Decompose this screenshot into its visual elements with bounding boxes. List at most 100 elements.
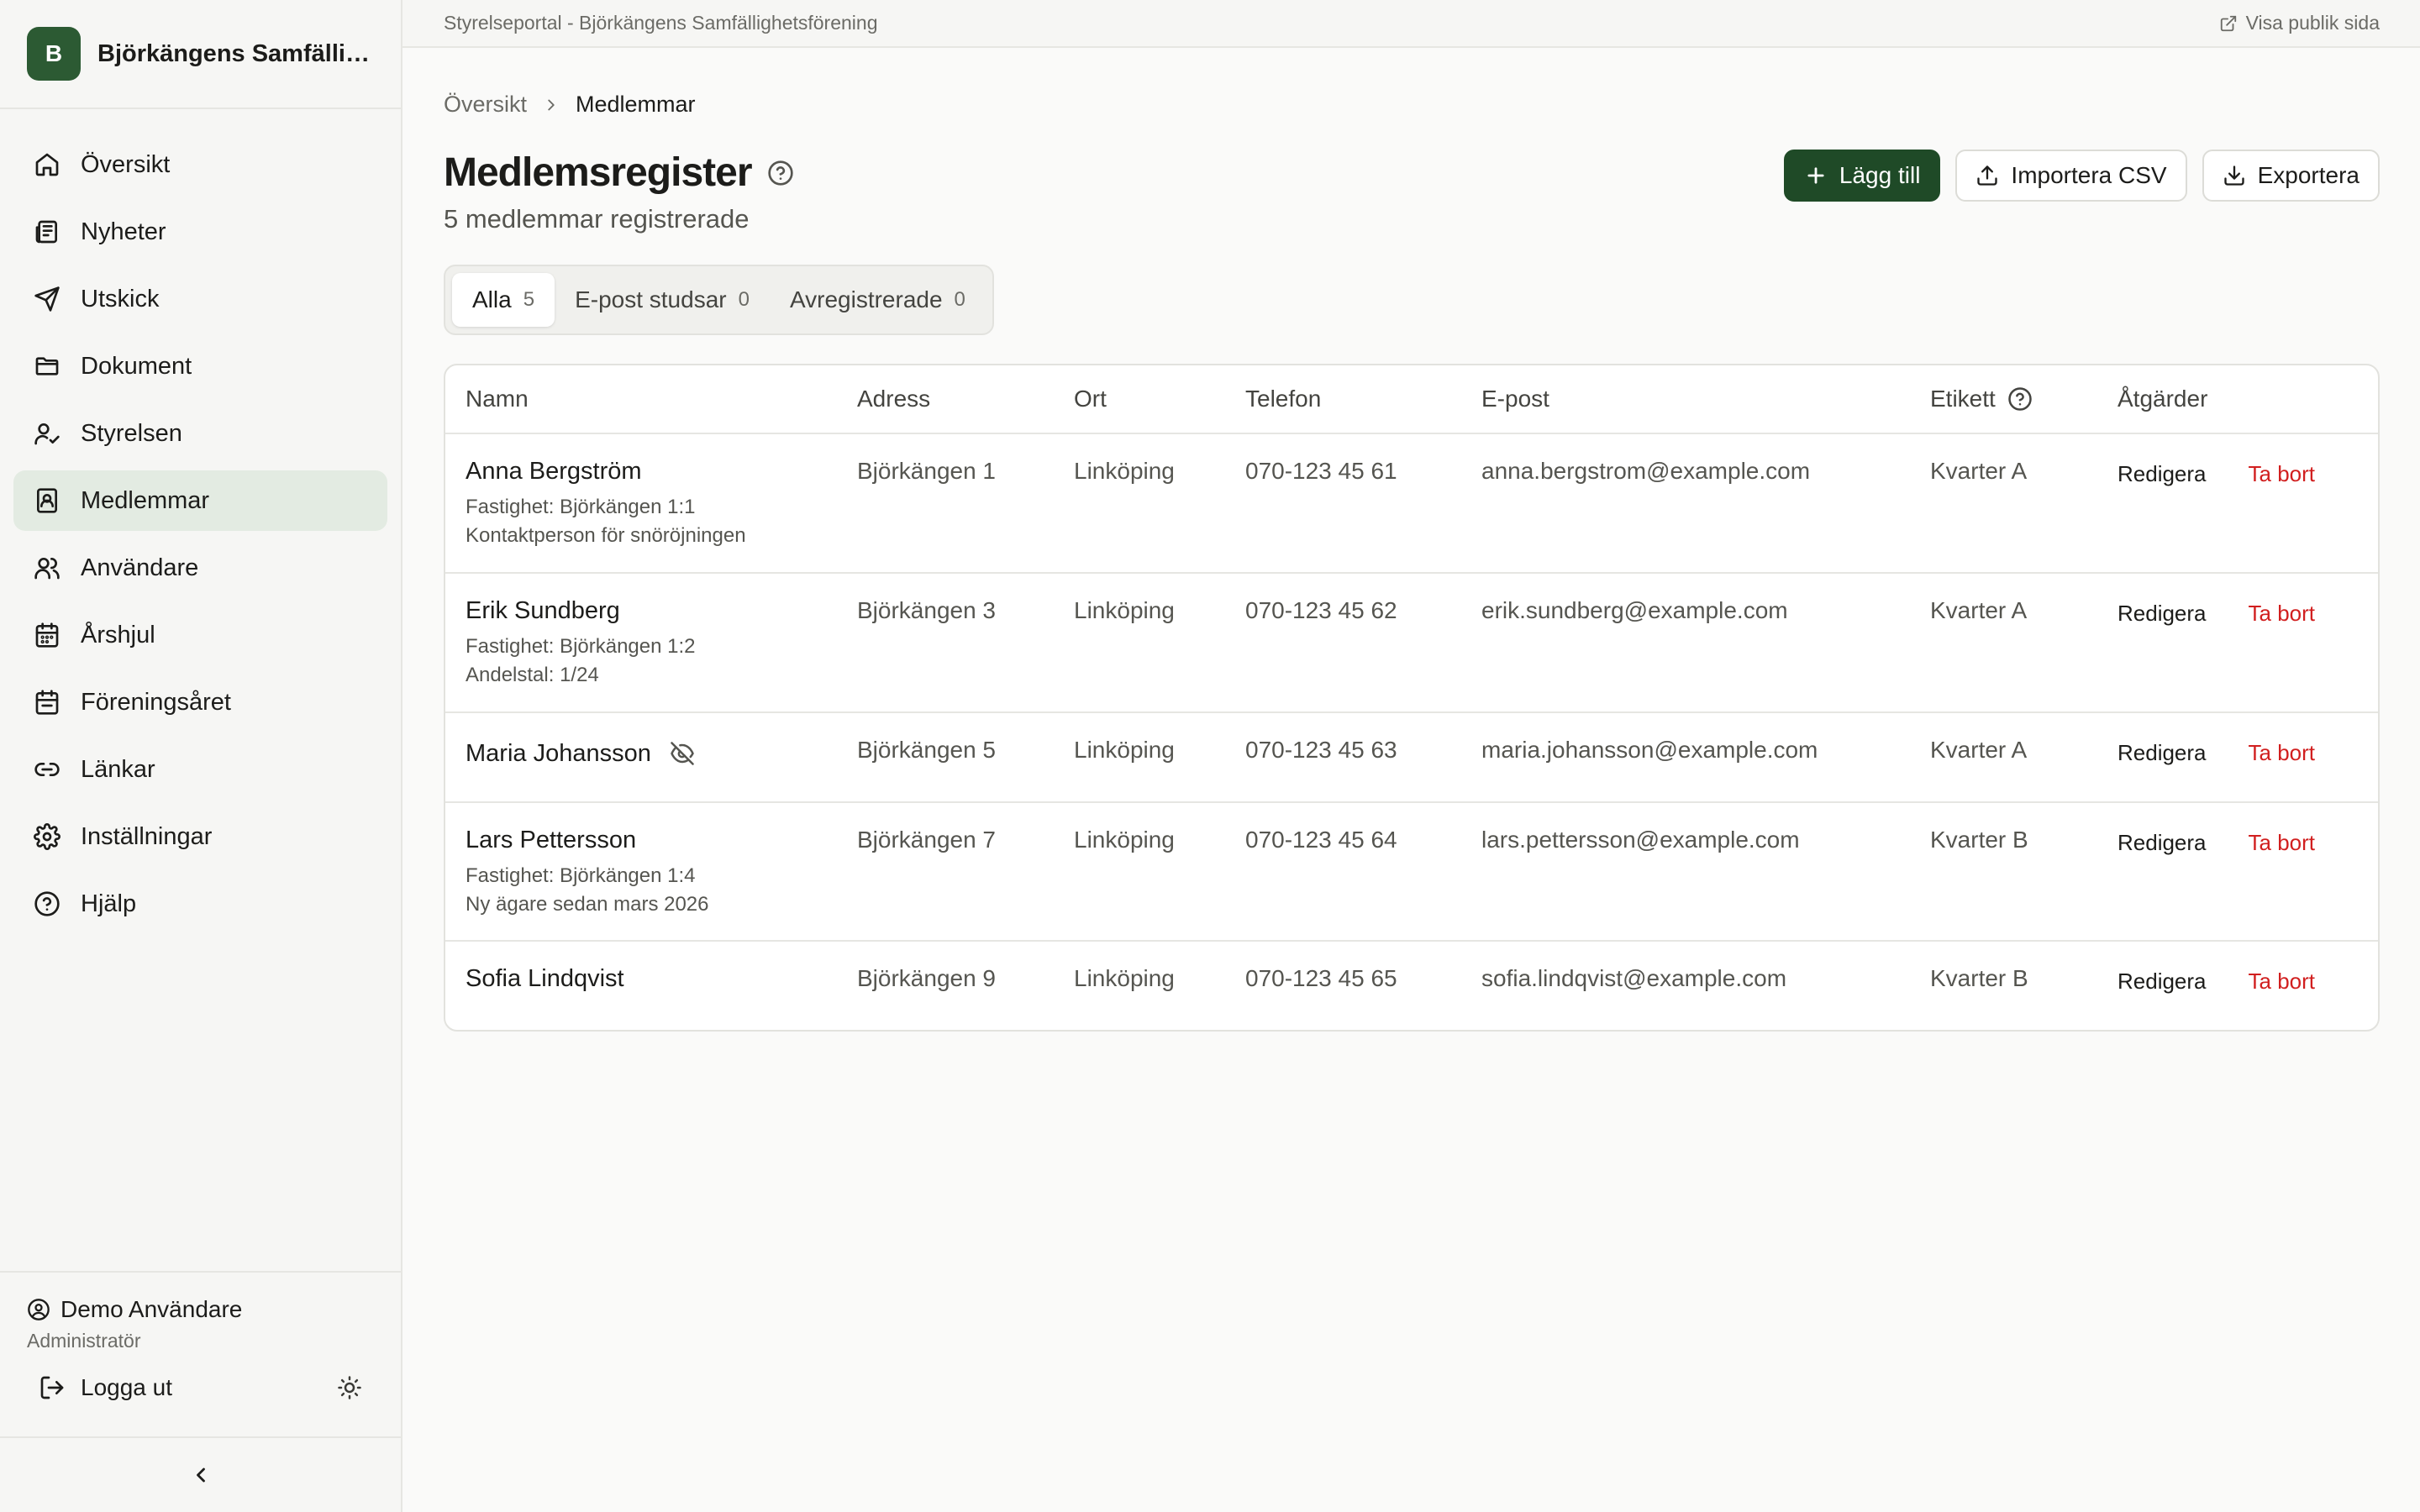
sidebar-item-foreningsaret[interactable]: Föreningsåret	[13, 672, 387, 732]
column-header[interactable]: Namn	[445, 386, 837, 412]
delete-button[interactable]: Ta bort	[2249, 830, 2316, 856]
calendar-check-icon	[34, 689, 60, 716]
sidebar-item-utskick[interactable]: Utskick	[13, 269, 387, 329]
member-name: Sofia Lindqvist	[466, 965, 624, 993]
tab-label: E-post studsar	[575, 286, 727, 312]
main-content: Översikt Medlemmar Medlemsregister 5 med…	[444, 48, 2380, 1032]
link-icon	[34, 756, 60, 783]
filter-tabs: Alla 5 E-post studsar 0 Avregistrerade 0	[444, 265, 994, 335]
sidebar-item-nyheter[interactable]: Nyheter	[13, 202, 387, 262]
member-note: Fastighet: Björkängen 1:4	[466, 864, 696, 887]
address-cell: Björkängen 7	[857, 826, 997, 853]
edit-button[interactable]: Redigera	[2118, 461, 2207, 487]
tag-cell: Kvarter A	[1930, 736, 2028, 763]
export-label: Exportera	[2257, 162, 2360, 188]
sidebar-item-label: Hjälp	[81, 890, 137, 917]
help-icon[interactable]	[767, 160, 794, 186]
address-cell: Björkängen 3	[857, 596, 997, 623]
tab-unsubscribed[interactable]: Avregistrerade 0	[770, 273, 986, 327]
edit-button[interactable]: Redigera	[2118, 969, 2207, 995]
tab-count: 5	[523, 288, 535, 311]
sidebar-item-label: Användare	[81, 554, 199, 581]
member-name-cell: Lars Pettersson Fastighet: Björkängen 1:…	[445, 827, 837, 919]
user-block: Demo Användare Administratör Logga ut	[0, 1271, 401, 1418]
user-circle-icon	[27, 1298, 50, 1321]
edit-button[interactable]: Redigera	[2118, 830, 2207, 856]
user-role: Administratör	[27, 1330, 141, 1352]
sidebar-item-arshjul[interactable]: Årshjul	[13, 605, 387, 665]
breadcrumb-parent[interactable]: Översikt	[444, 92, 527, 118]
import-csv-button[interactable]: Importera CSV	[1955, 150, 2187, 202]
sidebar-footer: Demo Användare Administratör Logga ut	[0, 1271, 401, 1512]
eye-off-icon	[670, 741, 695, 766]
city-cell: Linköping	[1074, 965, 1175, 992]
folder-icon	[34, 353, 60, 380]
tab-count: 0	[954, 288, 965, 311]
city-cell: Linköping	[1074, 596, 1175, 623]
sidebar-item-styrelsen[interactable]: Styrelsen	[13, 403, 387, 464]
home-icon	[34, 151, 60, 178]
sidebar-item-lankar[interactable]: Länkar	[13, 739, 387, 800]
delete-button[interactable]: Ta bort	[2249, 969, 2316, 995]
breadcrumb-current: Medlemmar	[576, 92, 696, 117]
column-header[interactable]: Telefon	[1225, 386, 1461, 412]
help-icon[interactable]	[2007, 386, 2033, 412]
edit-button[interactable]: Redigera	[2118, 740, 2207, 766]
public-link-label: Visa publik sida	[2245, 12, 2380, 34]
member-name-line: Maria Johansson	[466, 740, 837, 768]
member-note: Ny ägare sedan mars 2026	[466, 892, 709, 916]
sidebar-item-label: Dokument	[81, 352, 192, 380]
address-cell: Björkängen 1	[857, 458, 997, 484]
column-header: Åtgärder	[2118, 386, 2208, 412]
tag-cell: Kvarter A	[1930, 458, 2028, 484]
sidebar-item-oversikt[interactable]: Översikt	[13, 134, 387, 195]
sidebar-item-anvandare[interactable]: Användare	[13, 538, 387, 598]
add-member-button[interactable]: Lägg till	[1783, 150, 1941, 202]
sidebar: B Björkängens Samfällig... Översikt Nyhe…	[0, 0, 402, 1512]
delete-button[interactable]: Ta bort	[2249, 461, 2316, 487]
email-cell: erik.sundberg@example.com	[1481, 596, 1788, 623]
member-name: Maria Johansson	[466, 739, 651, 767]
user-check-icon	[34, 420, 60, 447]
title-line: Medlemsregister	[444, 150, 794, 196]
external-link-icon	[2219, 14, 2238, 33]
sidebar-item-dokument[interactable]: Dokument	[13, 336, 387, 396]
actions-cell: Redigera Ta bort	[2097, 458, 2378, 550]
plus-icon	[1804, 164, 1828, 187]
table-row: Sofia Lindqvist Björkängen 9 Linköping 0…	[445, 940, 2378, 1030]
sidebar-item-hjalp[interactable]: Hjälp	[13, 874, 387, 934]
public-page-link[interactable]: Visa publik sida	[2219, 12, 2380, 34]
collapse-sidebar-button[interactable]	[0, 1436, 401, 1512]
sun-icon[interactable]	[337, 1375, 362, 1400]
logout-button[interactable]: Logga ut	[39, 1374, 172, 1401]
delete-button[interactable]: Ta bort	[2249, 601, 2316, 627]
tab-bounced[interactable]: E-post studsar 0	[555, 273, 770, 327]
delete-button[interactable]: Ta bort	[2249, 740, 2316, 766]
newspaper-icon	[34, 218, 60, 245]
brand-name: Björkängens Samfällig...	[97, 39, 374, 67]
column-header[interactable]: Ort	[1054, 386, 1225, 412]
sidebar-item-label: Årshjul	[81, 621, 155, 648]
column-header[interactable]: E-post	[1461, 386, 1910, 412]
address-cell: Björkängen 5	[857, 736, 997, 763]
address-cell: Björkängen 9	[857, 965, 997, 992]
phone-cell: 070-123 45 65	[1245, 965, 1397, 992]
actions-cell: Redigera Ta bort	[2097, 737, 2378, 768]
edit-button[interactable]: Redigera	[2118, 601, 2207, 627]
member-name: Lars Pettersson	[466, 826, 637, 853]
column-header[interactable]: Etikett	[1930, 386, 1996, 412]
upload-icon	[1975, 164, 1999, 187]
tab-alla[interactable]: Alla 5	[452, 273, 555, 327]
member-name: Erik Sundberg	[466, 596, 620, 624]
email-cell: lars.pettersson@example.com	[1481, 826, 1800, 853]
tab-count: 0	[738, 288, 750, 311]
sidebar-item-medlemmar[interactable]: Medlemmar	[13, 470, 387, 531]
brand[interactable]: B Björkängens Samfällig...	[0, 0, 401, 109]
column-header[interactable]: Adress	[837, 386, 1054, 412]
actions-cell: Redigera Ta bort	[2097, 827, 2378, 919]
contact-book-icon	[34, 487, 60, 514]
send-icon	[34, 286, 60, 312]
sidebar-item-installningar[interactable]: Inställningar	[13, 806, 387, 867]
export-button[interactable]: Exportera	[2202, 150, 2380, 202]
sidebar-item-label: Föreningsåret	[81, 688, 231, 716]
